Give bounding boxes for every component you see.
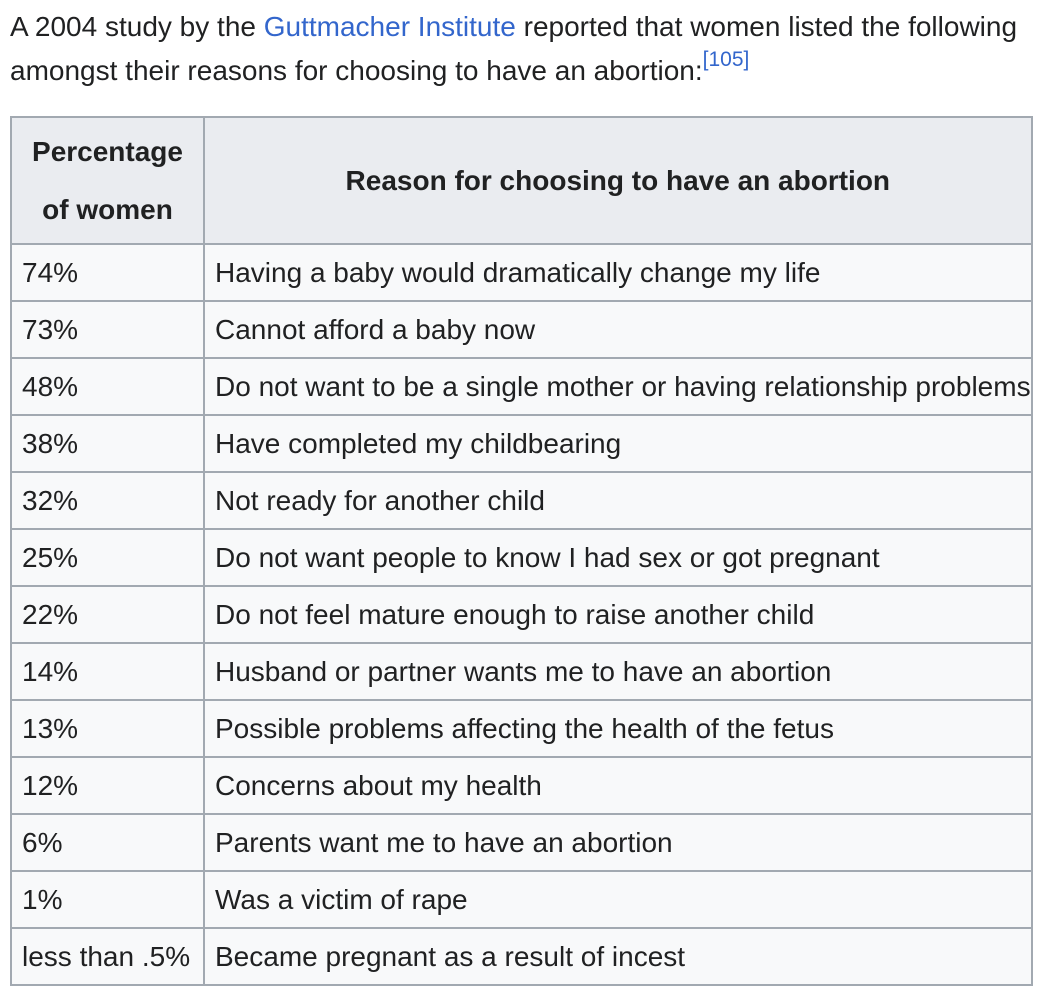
percentage-cell: 13% (10, 699, 205, 758)
percentage-cell: 38% (10, 414, 205, 473)
percentage-cell: 1% (10, 870, 205, 929)
table-row: 1% Was a victim of rape (10, 870, 1033, 929)
reason-cell: Husband or partner wants me to have an a… (203, 642, 1033, 701)
reason-cell: Have completed my childbearing (203, 414, 1033, 473)
percentage-cell: less than .5% (10, 927, 205, 986)
table-row: 74% Having a baby would dramatically chan… (10, 243, 1033, 302)
table-row: 12% Concerns about my health (10, 756, 1033, 815)
table-row: 22% Do not feel mature enough to raise an… (10, 585, 1033, 644)
table-row: less than .5% Became pregnant as a result… (10, 927, 1033, 986)
reason-cell: Having a baby would dramatically change … (203, 243, 1033, 302)
intro-paragraph: A 2004 study by the Guttmacher Institute… (10, 0, 1050, 93)
percentage-cell: 25% (10, 528, 205, 587)
percentage-cell: 12% (10, 756, 205, 815)
percentage-cell: 6% (10, 813, 205, 872)
table-row: 38% Have completed my childbearing (10, 414, 1033, 473)
percentage-header-line1: Percentage (32, 135, 183, 167)
intro-text-before: A 2004 study by the (10, 11, 264, 42)
percentage-column-header: Percentage of women (10, 116, 205, 245)
reason-cell: Concerns about my health (203, 756, 1033, 815)
guttmacher-institute-link[interactable]: Guttmacher Institute (264, 11, 516, 42)
percentage-cell: 74% (10, 243, 205, 302)
article-section: A 2004 study by the Guttmacher Institute… (0, 0, 1062, 93)
reason-cell: Was a victim of rape (203, 870, 1033, 929)
percentage-cell: 32% (10, 471, 205, 530)
reason-cell: Cannot afford a baby now (203, 300, 1033, 359)
reason-cell: Do not want people to know I had sex or … (203, 528, 1033, 587)
table-row: 25% Do not want people to know I had sex … (10, 528, 1033, 587)
table-header-row: Percentage of women Reason for choosing … (10, 116, 1033, 245)
percentage-cell: 48% (10, 357, 205, 416)
table-body: 74% Having a baby would dramatically chan… (10, 243, 1033, 986)
table-row: 73% Cannot afford a baby now (10, 300, 1033, 359)
reason-cell: Parents want me to have an abortion (203, 813, 1033, 872)
citation-link[interactable]: [105] (703, 48, 750, 71)
percentage-cell: 73% (10, 300, 205, 359)
percentage-header-line2: of women (42, 193, 173, 225)
reason-cell: Became pregnant as a result of incest (203, 927, 1033, 986)
table-row: 48% Do not want to be a single mother or … (10, 357, 1033, 416)
percentage-cell: 14% (10, 642, 205, 701)
reason-cell: Do not feel mature enough to raise anoth… (203, 585, 1033, 644)
reason-cell: Not ready for another child (203, 471, 1033, 530)
table-row: 14% Husband or partner wants me to have a… (10, 642, 1033, 701)
table-row: 13% Possible problems affecting the healt… (10, 699, 1033, 758)
reason-column-header: Reason for choosing to have an abortion (203, 116, 1033, 245)
reason-cell: Possible problems affecting the health o… (203, 699, 1033, 758)
percentage-cell: 22% (10, 585, 205, 644)
citation-superscript: [105] (703, 48, 750, 71)
reason-cell: Do not want to be a single mother or hav… (203, 357, 1033, 416)
table-row: 6% Parents want me to have an abortion (10, 813, 1033, 872)
reasons-table: Percentage of women Reason for choosing … (10, 116, 1033, 986)
table-row: 32% Not ready for another child (10, 471, 1033, 530)
